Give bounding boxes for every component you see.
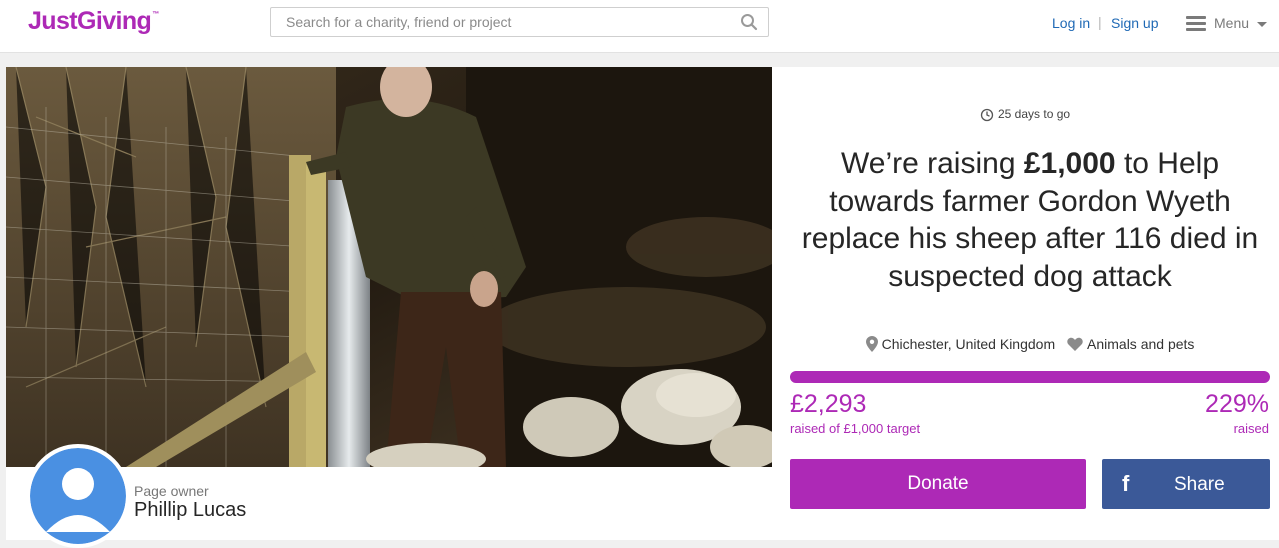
logo-text: JustGiving [28,7,152,35]
share-button[interactable]: f Share [1102,459,1270,509]
page-owner-label: Page owner [134,483,209,499]
clock-icon [980,108,994,122]
location-item: Chichester, United Kingdom [865,335,1056,353]
headline-prefix: We’re raising [841,147,1024,180]
signup-link[interactable]: Sign up [1111,15,1158,31]
campaign-meta: Chichester, United Kingdom Animals and p… [790,335,1270,353]
progress-fill [790,371,1270,383]
fundraising-card: Page owner Phillip Lucas [6,67,1279,548]
heart-icon [1067,338,1083,352]
share-label: Share [1174,474,1225,495]
farmer-with-sheep-photo [6,67,772,467]
facebook-icon: f [1122,471,1130,496]
location-text: Chichester, United Kingdom [881,335,1056,352]
user-silhouette-icon [30,448,126,544]
page-owner-name[interactable]: Phillip Lucas [134,499,246,522]
nav-separator: | [1098,14,1102,30]
donate-button[interactable]: Donate [790,459,1086,509]
category-item: Animals and pets [1067,336,1194,352]
justgiving-logo[interactable]: JustGiving™ [28,7,159,36]
login-link[interactable]: Log in [1052,15,1090,31]
percent-raised: 229% [1205,390,1269,418]
progress-bar [790,371,1270,383]
search-input[interactable] [271,8,731,36]
category-text: Animals and pets [1087,336,1195,353]
search-box [270,7,769,37]
hamburger-icon [1186,16,1206,32]
days-left-text: 25 days to go [998,107,1071,121]
search-icon[interactable] [740,13,758,31]
campaign-headline: We’re raising £1,000 to Help towards far… [790,145,1270,295]
owner-avatar[interactable] [26,444,130,548]
percent-raised-label: raised [1233,421,1269,436]
menu-label: Menu [1214,15,1250,31]
hero-image [6,67,772,467]
raised-target-text: raised of £1,000 target [790,421,921,436]
chevron-down-icon [1257,22,1267,27]
logo-trademark: ™ [152,11,159,18]
top-header: JustGiving™ Log in | Sign up Menu [0,0,1279,53]
location-pin-icon [865,335,878,352]
headline-target: £1,000 [1023,147,1116,180]
raised-amount: £2,293 [790,390,867,418]
